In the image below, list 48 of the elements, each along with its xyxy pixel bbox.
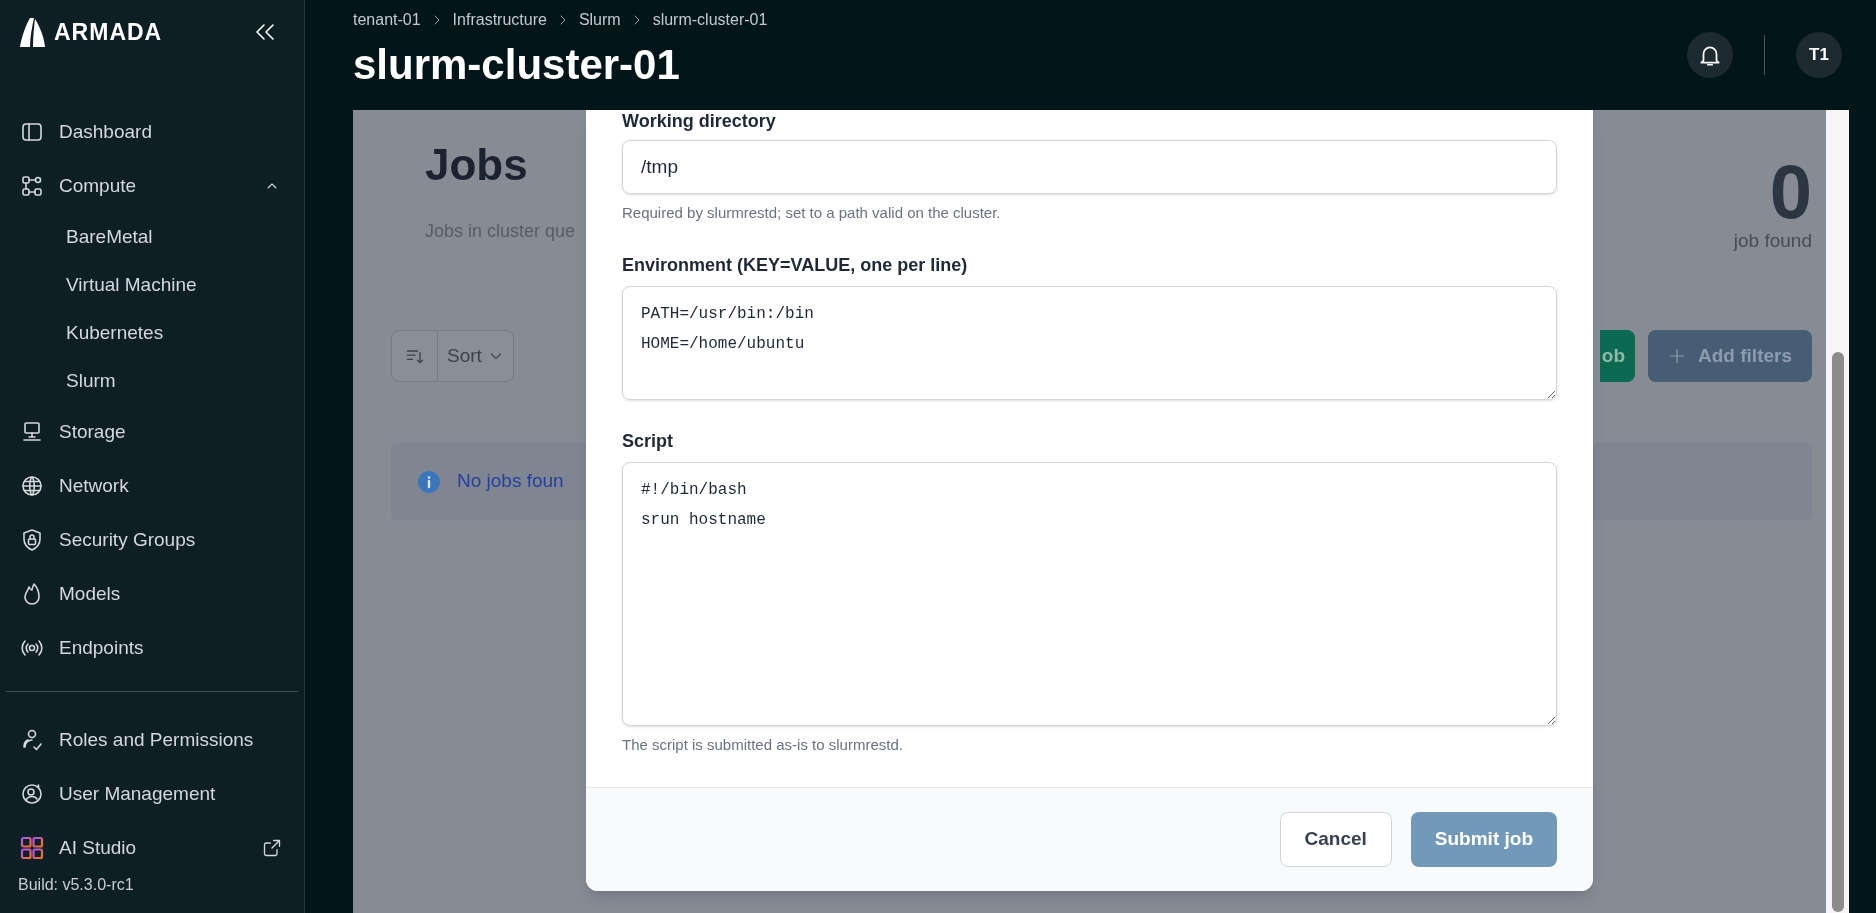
build-version: Build: v5.3.0-rc1 (17, 875, 135, 894)
field-label: Environment (KEY=VALUE, one per line) (622, 254, 969, 276)
user-gear-icon (20, 782, 44, 806)
sidebar-item[interactable]: User Management (0, 767, 304, 821)
count-label: job found (1733, 230, 1812, 252)
job-count: 0 (1769, 162, 1812, 222)
field-hint: The script is submitted as-is to slurmrestd. (622, 736, 904, 754)
field-label: Script (622, 430, 674, 452)
notifications-button[interactable] (1687, 32, 1733, 78)
brand-name: ARMADA (54, 17, 163, 47)
sidebar-item[interactable]: AI Studio (0, 821, 304, 875)
breadcrumb-link[interactable]: slurm-cluster-01 (652, 8, 768, 32)
sail-logo-icon (18, 17, 46, 47)
breadcrumb-link[interactable]: Slurm (578, 8, 621, 32)
text-area[interactable]: #!/bin/bash srun hostname (622, 462, 1557, 726)
users-check-icon (20, 728, 44, 752)
section-title: Jobs (425, 140, 529, 190)
sidebar-subitem[interactable]: Kubernetes (0, 309, 304, 357)
sidebar-item[interactable]: Network (0, 459, 304, 513)
server-icon (20, 420, 44, 444)
cancel-button[interactable]: Cancel (1279, 812, 1392, 867)
nodes-icon (20, 174, 44, 198)
shield-lock-icon (20, 528, 44, 552)
panel-icon (20, 120, 44, 144)
sidebar-item[interactable]: Compute (0, 159, 304, 213)
breadcrumb-link[interactable]: tenant-01 (353, 8, 421, 32)
input-field[interactable]: /tmp (622, 140, 1557, 194)
sidebar-item[interactable]: Endpoints (0, 621, 304, 675)
breadcrumb-link[interactable]: Infrastructure (452, 8, 547, 32)
scrollbar[interactable] (1826, 110, 1849, 913)
sidebar-item[interactable]: Storage (0, 405, 304, 459)
sidebar-item[interactable]: Models (0, 567, 304, 621)
plus-icon (1668, 347, 1687, 365)
alert-message: No jobs foun (457, 469, 564, 494)
sidebar-subitem[interactable]: BareMetal (0, 213, 304, 261)
sidebar-subitem[interactable]: Virtual Machine (0, 261, 304, 309)
sidebar-item[interactable]: Security Groups (0, 513, 304, 567)
sidebar-item[interactable]: Dashboard (0, 105, 304, 159)
sidebar-subitem[interactable]: Slurm (0, 357, 304, 405)
page-title: slurm-cluster-01 (353, 40, 681, 90)
field-hint: Required by slurmrestd; set to a path valid on the cluster. (622, 204, 1002, 222)
user-avatar[interactable]: T1 (1796, 32, 1842, 78)
sidebar-item[interactable]: Roles and Permissions (0, 713, 304, 767)
text-area[interactable]: PATH=/usr/bin:/bin HOME=/home/ubuntu (622, 286, 1557, 400)
globe-icon (20, 474, 44, 498)
info-icon (417, 469, 441, 494)
field-label: Working directory (622, 110, 777, 132)
grid-icon (20, 836, 44, 860)
